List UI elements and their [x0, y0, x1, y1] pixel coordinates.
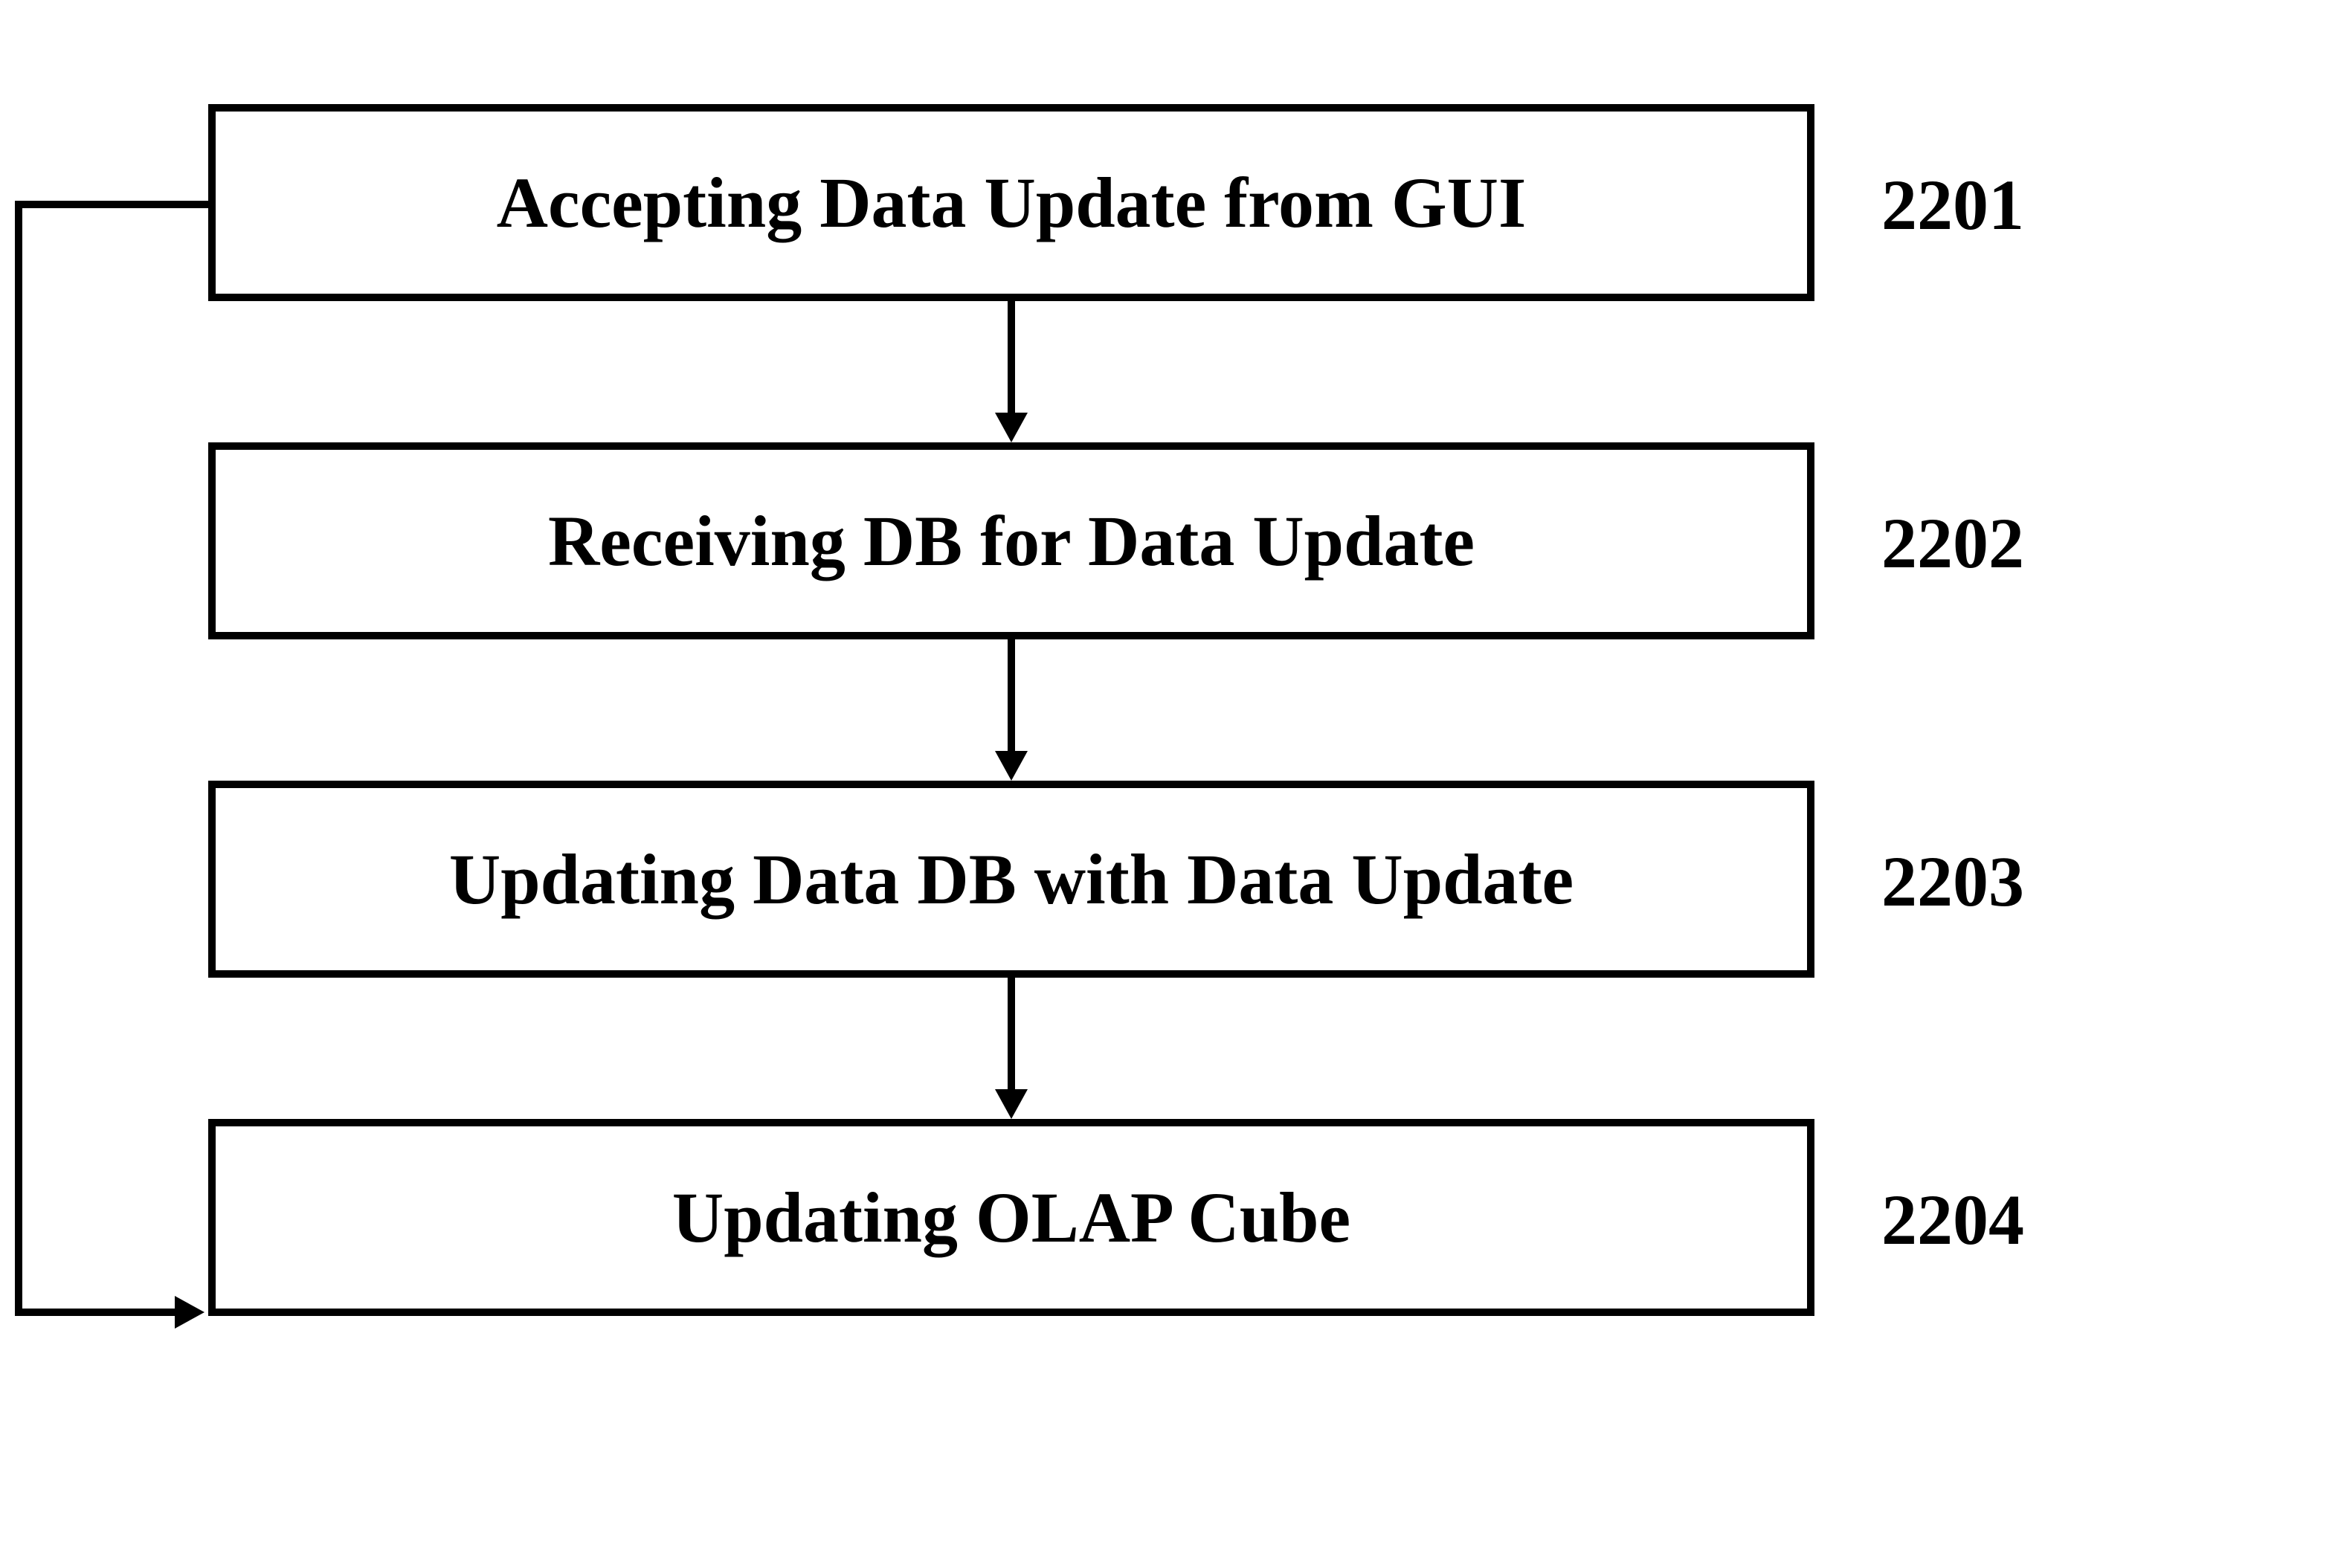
step-label-3: 2203: [1881, 840, 2024, 923]
loop-arrow-bottom: [15, 1309, 178, 1316]
arrow-1-2: [1008, 301, 1015, 442]
arrow-3-4: [1008, 978, 1015, 1119]
step-box-4: Updating OLAP Cube: [208, 1119, 1814, 1316]
loop-arrow-vertical: [15, 201, 22, 1311]
step-label-1: 2201: [1881, 164, 2024, 246]
loop-arrow-top: [15, 201, 208, 208]
step-box-3: Updating Data DB with Data Update: [208, 781, 1814, 978]
step-label-4: 2204: [1881, 1178, 2024, 1261]
loop-arrow-head: [175, 1296, 204, 1329]
diagram-container: Accepting Data Update from GUI 2201 Rece…: [208, 104, 1814, 1316]
step-text-3: Updating Data DB with Data Update: [449, 838, 1574, 920]
step-label-2: 2202: [1881, 502, 2024, 584]
step-box-1: Accepting Data Update from GUI: [208, 104, 1814, 301]
step-text-2: Receiving DB for Data Update: [548, 500, 1475, 582]
step-box-2: Receiving DB for Data Update: [208, 442, 1814, 639]
step-text-4: Updating OLAP Cube: [672, 1176, 1350, 1259]
step-text-1: Accepting Data Update from GUI: [497, 161, 1527, 244]
arrow-2-3: [1008, 639, 1015, 781]
